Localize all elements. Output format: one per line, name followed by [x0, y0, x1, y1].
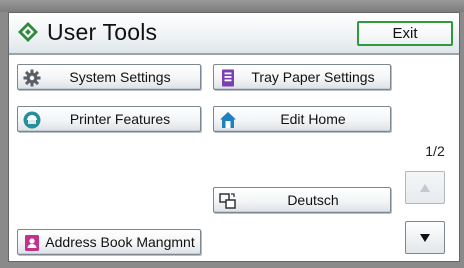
edit-home-label: Edit Home [280, 111, 346, 127]
language-button[interactable]: Deutsch [213, 187, 391, 213]
triangle-up-icon [420, 183, 430, 192]
page-down-button[interactable] [405, 221, 445, 254]
title-bar: User Tools Exit [9, 13, 459, 55]
language-label: Deutsch [287, 192, 339, 208]
background-window-sliver [6, 0, 66, 10]
user-tools-diamond-icon [18, 22, 38, 42]
printer-features-button[interactable]: Printer Features [17, 106, 201, 132]
tray-paper-settings-button[interactable]: Tray Paper Settings [213, 64, 391, 90]
address-book-label: Address Book Mangmnt [45, 234, 195, 250]
printer-features-label: Printer Features [69, 111, 171, 127]
home-icon [220, 112, 236, 128]
address-book-icon [25, 235, 39, 251]
gear-icon [23, 69, 41, 87]
exit-button[interactable]: Exit [357, 21, 453, 46]
tray-paper-icon [222, 69, 234, 87]
top-strip [0, 0, 464, 12]
triangle-down-icon [420, 233, 430, 242]
page-title: User Tools [47, 19, 158, 45]
system-settings-button[interactable]: System Settings [17, 64, 201, 90]
edit-home-button[interactable]: Edit Home [213, 106, 391, 132]
printer-features-icon [23, 111, 41, 129]
language-switch-icon [219, 193, 236, 209]
system-settings-label: System Settings [69, 69, 171, 85]
page-up-button[interactable] [405, 171, 445, 204]
page-indicator: 1/2 [425, 143, 445, 159]
tray-paper-settings-label: Tray Paper Settings [251, 69, 375, 85]
address-book-button[interactable]: Address Book Mangmnt [17, 229, 201, 255]
user-tools-panel: User Tools Exit System Settings Tray Pap… [8, 12, 460, 262]
